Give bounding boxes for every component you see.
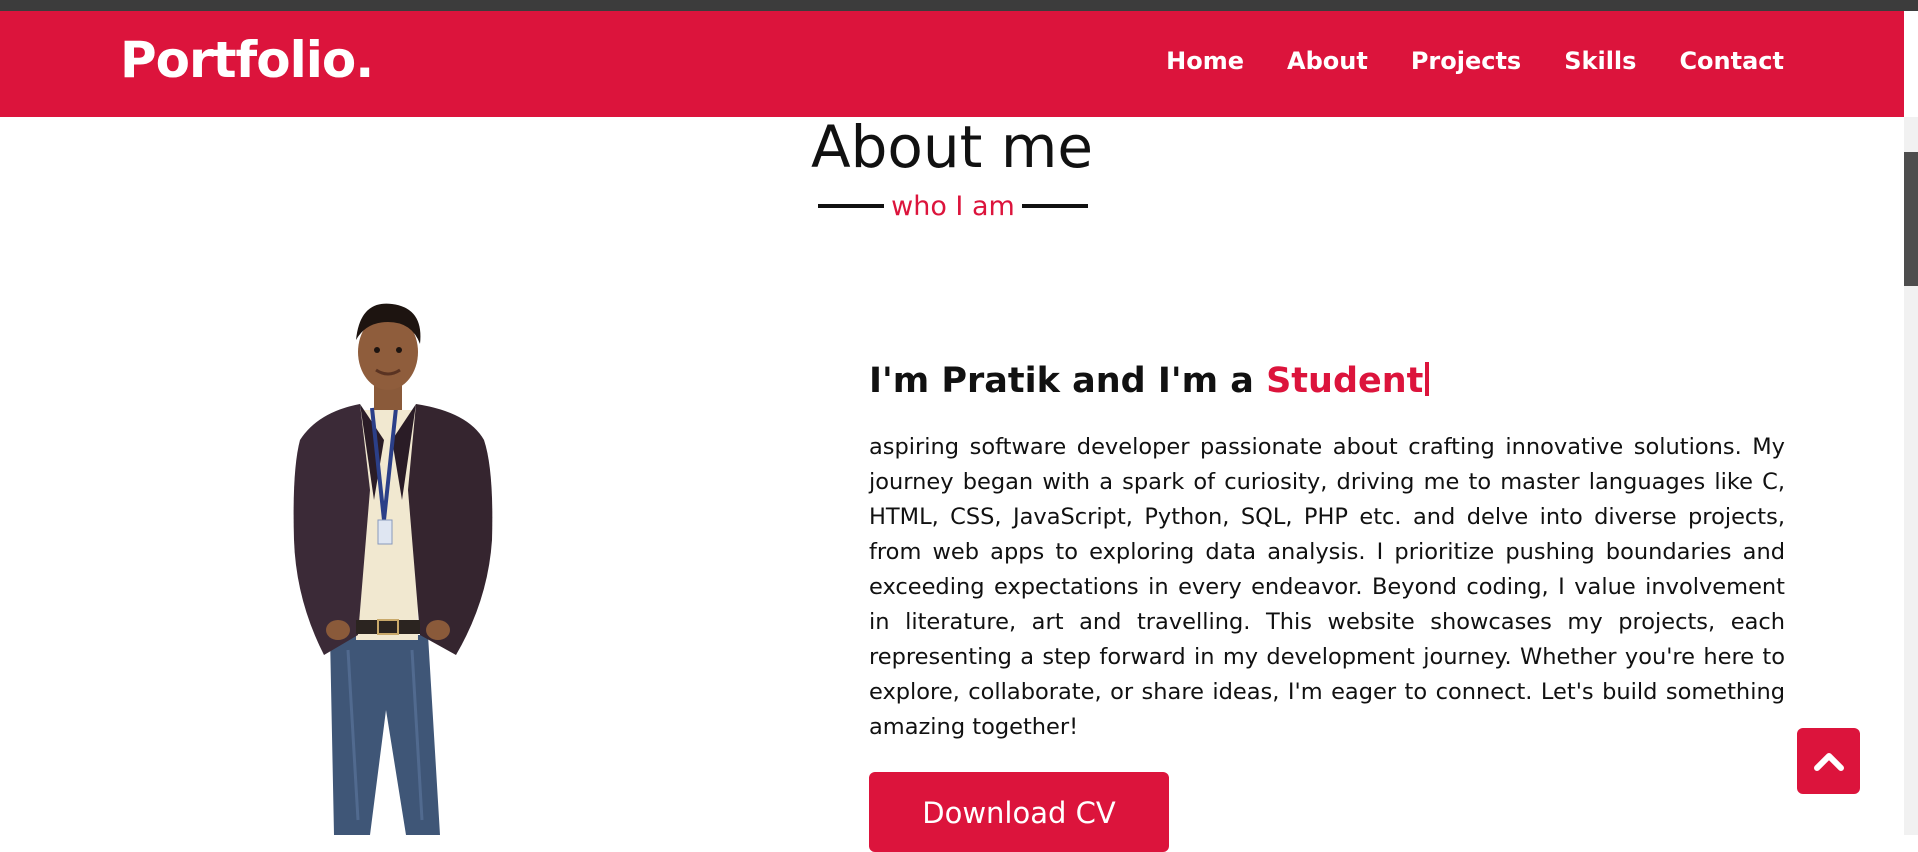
scroll-to-top-button[interactable] xyxy=(1797,728,1860,794)
scrollbar-thumb[interactable] xyxy=(1904,152,1918,286)
divider-right xyxy=(1021,204,1088,208)
nav-link-skills[interactable]: Skills xyxy=(1564,49,1636,73)
intro-prefix: I'm Pratik and I'm a xyxy=(869,361,1267,401)
section-title: About me xyxy=(810,113,1094,181)
nav-link-about[interactable]: About xyxy=(1287,49,1368,73)
divider-left xyxy=(818,204,884,208)
browser-top-strip xyxy=(0,0,1918,11)
navbar: Portfolio. Home About Projects Skills Co… xyxy=(0,11,1904,117)
bio-paragraph: aspiring software developer passionate a… xyxy=(869,434,1785,740)
download-cv-button[interactable]: Download CV xyxy=(869,772,1169,852)
intro-role: Student xyxy=(1266,361,1424,401)
nav-link-contact[interactable]: Contact xyxy=(1679,49,1784,73)
chevron-up-icon xyxy=(1813,753,1844,771)
nav-link-home[interactable]: Home xyxy=(1166,49,1244,73)
typing-cursor xyxy=(1425,362,1430,396)
nav-menu: Home About Projects Skills Contact xyxy=(1166,49,1784,73)
intro-heading: I'm Pratik and I'm a Student xyxy=(869,361,1430,401)
profile-photo xyxy=(293,303,493,835)
section-subtitle: who I am xyxy=(891,190,1015,222)
site-logo[interactable]: Portfolio. xyxy=(120,35,374,85)
section-subtitle-row: who I am xyxy=(818,188,1088,224)
nav-link-projects[interactable]: Projects xyxy=(1411,49,1521,73)
